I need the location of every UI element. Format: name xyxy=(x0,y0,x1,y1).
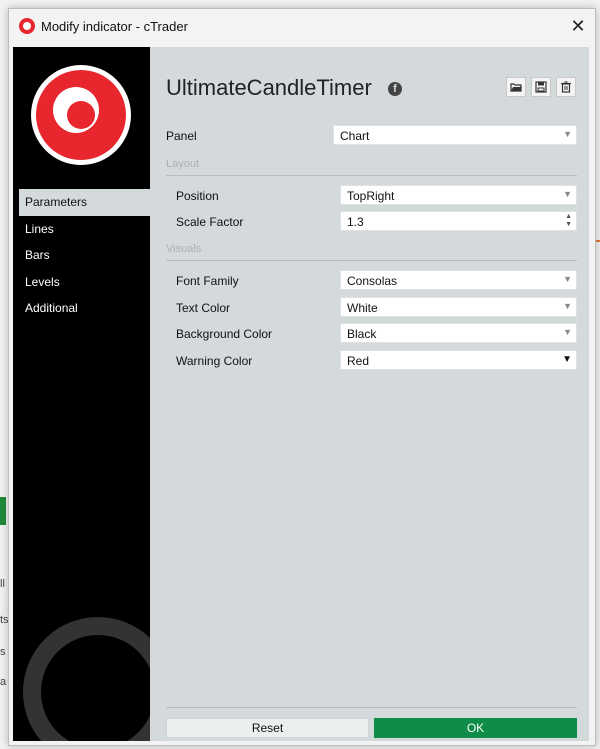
background-color-select[interactable]: Black ▼ xyxy=(340,323,577,343)
indicator-title: UltimateCandleTimer xyxy=(166,75,372,100)
text-color-select[interactable]: White ▼ xyxy=(340,297,577,317)
background-color-value: Black xyxy=(347,327,377,341)
parameters-panel: UltimateCandleTimer f Panel Chart ▼ Layo… xyxy=(150,47,589,741)
warning-color-select[interactable]: Red ▼ xyxy=(340,350,577,370)
font-family-label: Font Family xyxy=(176,274,239,288)
font-family-value: Consolas xyxy=(347,274,398,288)
chevron-down-icon: ▼ xyxy=(563,327,572,337)
open-folder-icon xyxy=(510,83,522,92)
sidebar: Parameters Lines Bars Levels Additional xyxy=(13,47,150,741)
sidebar-item-bars[interactable]: Bars xyxy=(13,242,150,269)
ctrader-app-icon xyxy=(19,18,35,34)
text-color-value: White xyxy=(347,301,378,315)
panel-select[interactable]: Chart ▼ xyxy=(333,125,577,145)
title-bar: Modify indicator - cTrader ✕ xyxy=(9,9,595,43)
layout-divider xyxy=(166,175,577,176)
background-fragment: s xyxy=(0,646,6,658)
warning-color-value: Red xyxy=(347,354,370,368)
reset-button[interactable]: Reset xyxy=(166,718,369,738)
position-value: TopRight xyxy=(347,189,395,203)
save-icon xyxy=(535,81,547,93)
position-select[interactable]: TopRight ▼ xyxy=(340,185,577,205)
logo-c-mark xyxy=(53,87,99,133)
sidebar-nav: Parameters Lines Bars Levels Additional xyxy=(13,189,150,322)
facebook-icon[interactable]: f xyxy=(388,82,402,96)
modify-indicator-dialog: Modify indicator - cTrader ✕ Parameters … xyxy=(8,8,596,746)
visuals-section-label: Visuals xyxy=(166,243,202,255)
warning-color-label: Warning Color xyxy=(176,354,253,368)
chevron-down-icon: ▼ xyxy=(563,129,572,139)
chevron-down-icon: ▼ xyxy=(562,354,572,365)
sidebar-item-lines[interactable]: Lines xyxy=(13,216,150,243)
spinner-icon[interactable]: ▲ ▼ xyxy=(565,213,572,229)
position-label: Position xyxy=(176,189,219,203)
background-fragment: a xyxy=(0,676,7,688)
panel-label: Panel xyxy=(166,129,197,143)
sidebar-item-levels[interactable]: Levels xyxy=(13,269,150,296)
scale-factor-label: Scale Factor xyxy=(176,215,244,229)
delete-button[interactable] xyxy=(556,77,576,97)
panel-value: Chart xyxy=(340,129,370,143)
sidebar-item-additional[interactable]: Additional xyxy=(13,295,150,322)
trash-icon xyxy=(561,81,571,93)
background-chart-bar xyxy=(0,497,6,525)
background-chart-line xyxy=(596,240,600,242)
background-color-label: Background Color xyxy=(176,327,273,341)
sidebar-watermark-logo xyxy=(23,617,150,741)
chevron-down-icon: ▼ xyxy=(563,189,572,199)
footer-divider xyxy=(166,707,577,708)
open-folder-button[interactable] xyxy=(506,77,526,97)
spinner-up-icon[interactable]: ▲ xyxy=(565,213,572,220)
layout-section-label: Layout xyxy=(166,158,200,170)
spinner-down-icon[interactable]: ▼ xyxy=(565,221,572,228)
chevron-down-icon: ▼ xyxy=(563,274,572,284)
font-family-select[interactable]: Consolas ▼ xyxy=(340,270,577,290)
ctrader-logo xyxy=(31,65,131,165)
save-button[interactable] xyxy=(531,77,551,97)
background-fragment: ll xyxy=(0,578,5,590)
text-color-label: Text Color xyxy=(176,301,231,315)
window-title: Modify indicator - cTrader xyxy=(41,19,188,34)
sidebar-item-parameters[interactable]: Parameters xyxy=(19,189,150,216)
chevron-down-icon: ▼ xyxy=(563,301,572,311)
scale-factor-stepper[interactable]: 1.3 ▲ ▼ xyxy=(340,211,577,231)
ok-button[interactable]: OK xyxy=(374,718,577,738)
close-button[interactable]: ✕ xyxy=(565,13,591,39)
scale-factor-value: 1.3 xyxy=(347,215,364,229)
visuals-divider xyxy=(166,260,577,261)
